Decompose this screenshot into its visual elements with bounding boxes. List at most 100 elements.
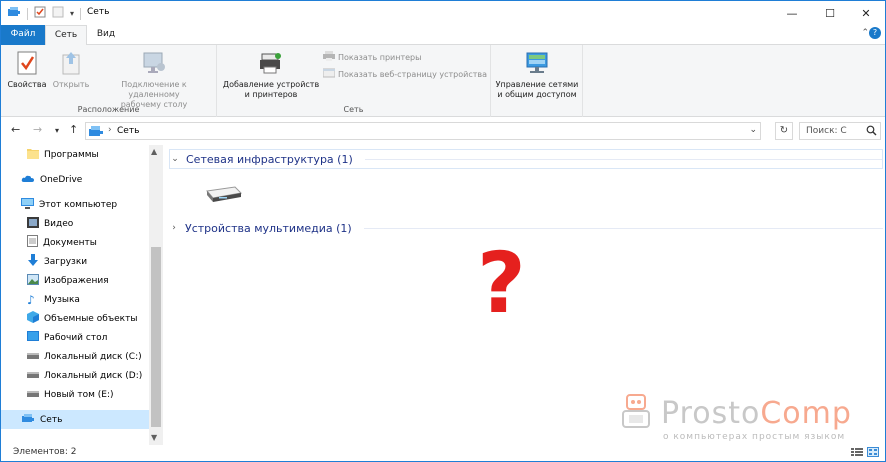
nav-item-drive-d[interactable]: Локальный диск (D:) [1, 366, 149, 385]
nav-item-drive-e[interactable]: Новый том (E:) [1, 385, 149, 404]
breadcrumb-network[interactable]: Сеть [117, 126, 139, 136]
folder-icon [27, 148, 39, 162]
customize-toolbar-chevron-icon[interactable]: ▾ [70, 9, 74, 18]
address-dropdown-chevron-icon[interactable]: ⌄ [749, 125, 757, 135]
properties-checkmark-icon [12, 49, 42, 77]
title-bar[interactable]: ▾ Сеть — ☐ ✕ [1, 1, 885, 25]
router-icon [205, 186, 243, 208]
ribbon: Свойства Открыть Подключение к удаленном… [1, 45, 885, 117]
drive-icon [27, 389, 39, 400]
router-device-item[interactable] [205, 183, 243, 208]
downloads-icon [27, 254, 39, 269]
computer-icon [21, 197, 34, 212]
minimize-button[interactable]: — [773, 1, 811, 25]
remote-desktop-button[interactable]: Подключение к удаленному рабочему столу [95, 49, 213, 110]
collapse-ribbon-chevron-icon[interactable]: ⌃ [861, 28, 869, 38]
refresh-button[interactable]: ↻ [775, 122, 793, 140]
tab-network[interactable]: Сеть [45, 25, 87, 46]
open-button[interactable]: Открыть [49, 49, 93, 90]
open-arrow-icon [56, 49, 86, 77]
group-header-network-infrastructure[interactable]: ⌄ Сетевая инфраструктура (1) [169, 149, 883, 169]
recent-locations-chevron-icon[interactable]: ▾ [55, 126, 59, 135]
view-toggle [851, 447, 879, 460]
ribbon-group-network: Добавление устройств и принтеров Показат… [217, 45, 491, 117]
nav-item-3d-objects[interactable]: Объемные объекты [1, 309, 149, 328]
drive-icon [27, 370, 39, 381]
nav-item-programs[interactable]: Программы [1, 145, 149, 164]
group-header-multimedia-devices[interactable]: › Устройства мультимедиа (1) [169, 218, 883, 238]
chevron-right-icon: › [172, 223, 176, 233]
nav-item-pictures[interactable]: Изображения [1, 271, 149, 290]
add-devices-printers-button[interactable]: Добавление устройств и принтеров [221, 49, 321, 100]
tab-view[interactable]: Вид [87, 25, 125, 45]
navigation-pane: Программы OneDrive Этот компьютер Видео … [1, 145, 163, 445]
forward-arrow-icon[interactable]: → [33, 123, 42, 136]
add-devices-printer-icon [256, 49, 286, 77]
nav-item-video[interactable]: Видео [1, 214, 149, 233]
back-arrow-icon[interactable]: ← [11, 123, 20, 136]
properties-quick-icon[interactable] [34, 6, 46, 21]
drive-icon [27, 351, 39, 362]
nav-item-onedrive[interactable]: OneDrive [1, 170, 149, 189]
nav-item-desktop[interactable]: Рабочий стол [1, 328, 149, 347]
network-icon [88, 125, 104, 141]
video-icon [27, 216, 39, 231]
question-mark: ? [477, 234, 526, 332]
prostocomp-watermark: ProstoComp о компьютерах простым языком [617, 393, 852, 442]
details-view-icon[interactable] [851, 447, 863, 460]
desktop-icon [27, 331, 39, 344]
close-button[interactable]: ✕ [847, 1, 885, 25]
pictures-icon [27, 273, 39, 288]
breadcrumb-separator-icon[interactable]: › [108, 125, 112, 135]
help-icon[interactable]: ? [869, 27, 881, 39]
search-input[interactable]: Поиск: С [799, 122, 881, 140]
scroll-up-chevron-icon[interactable]: ▲ [151, 147, 157, 156]
ribbon-group-label: Сеть [343, 105, 364, 114]
chevron-down-icon: ⌄ [171, 154, 179, 164]
toolbar-separator [27, 7, 28, 20]
content-area: ⌄ Сетевая инфраструктура (1) › Устройств… [165, 145, 885, 445]
remote-desktop-icon [139, 49, 169, 77]
item-count: Элементов: 2 [13, 447, 77, 457]
address-bar[interactable]: › Сеть ⌄ [85, 122, 761, 140]
search-placeholder: Поиск: С [806, 126, 847, 136]
scroll-down-chevron-icon[interactable]: ▼ [151, 433, 157, 442]
watermark-brand-part1: Prosto [661, 396, 761, 431]
status-bar: Элементов: 2 [1, 445, 885, 461]
window-title: Сеть [87, 7, 110, 17]
large-icons-view-icon[interactable] [867, 447, 879, 460]
nav-item-downloads[interactable]: Загрузки [1, 252, 149, 271]
documents-icon [27, 235, 38, 250]
new-folder-quick-icon[interactable] [52, 6, 64, 21]
explorer-window: ▾ Сеть — ☐ ✕ Файл Сеть Вид ⌃ ? Свойства [0, 0, 886, 462]
ribbon-group-location: Свойства Открыть Подключение к удаленном… [1, 45, 217, 117]
nav-item-network[interactable]: Сеть [1, 410, 149, 429]
robot-logo-icon [617, 393, 657, 434]
show-printers-button[interactable]: Показать принтеры [323, 51, 421, 63]
watermark-tagline: о компьютерах простым языком [663, 432, 846, 442]
ribbon-group-sharing: Управление сетями и общим доступом [491, 45, 583, 117]
toolbar-separator [80, 7, 82, 20]
scrollbar-thumb[interactable] [151, 247, 161, 427]
network-sharing-center-button[interactable]: Управление сетями и общим доступом [493, 49, 581, 100]
network-icon [21, 413, 35, 427]
up-arrow-icon[interactable]: ↑ [69, 123, 78, 136]
network-sharing-center-icon [522, 49, 552, 77]
onedrive-cloud-icon [21, 174, 35, 186]
show-device-webpage-button[interactable]: Показать веб-страницу устройства [322, 68, 487, 80]
maximize-button[interactable]: ☐ [811, 1, 849, 25]
quick-access-toolbar: ▾ [7, 6, 82, 21]
properties-button[interactable]: Свойства [5, 49, 49, 90]
tab-file[interactable]: Файл [1, 25, 45, 45]
watermark-brand-part2: Comp [760, 396, 852, 431]
nav-pane-scrollbar[interactable]: ▲ ▼ [149, 145, 163, 445]
network-app-icon[interactable] [7, 6, 21, 21]
ribbon-group-label: Расположение [77, 105, 140, 114]
3d-objects-icon [27, 311, 39, 326]
nav-item-drive-c[interactable]: Локальный диск (C:) [1, 347, 149, 366]
nav-item-this-pc[interactable]: Этот компьютер [1, 195, 149, 214]
nav-item-documents[interactable]: Документы [1, 233, 149, 252]
music-icon: ♪ [27, 292, 35, 307]
search-icon [866, 125, 877, 139]
nav-item-music[interactable]: ♪ Музыка [1, 290, 149, 309]
